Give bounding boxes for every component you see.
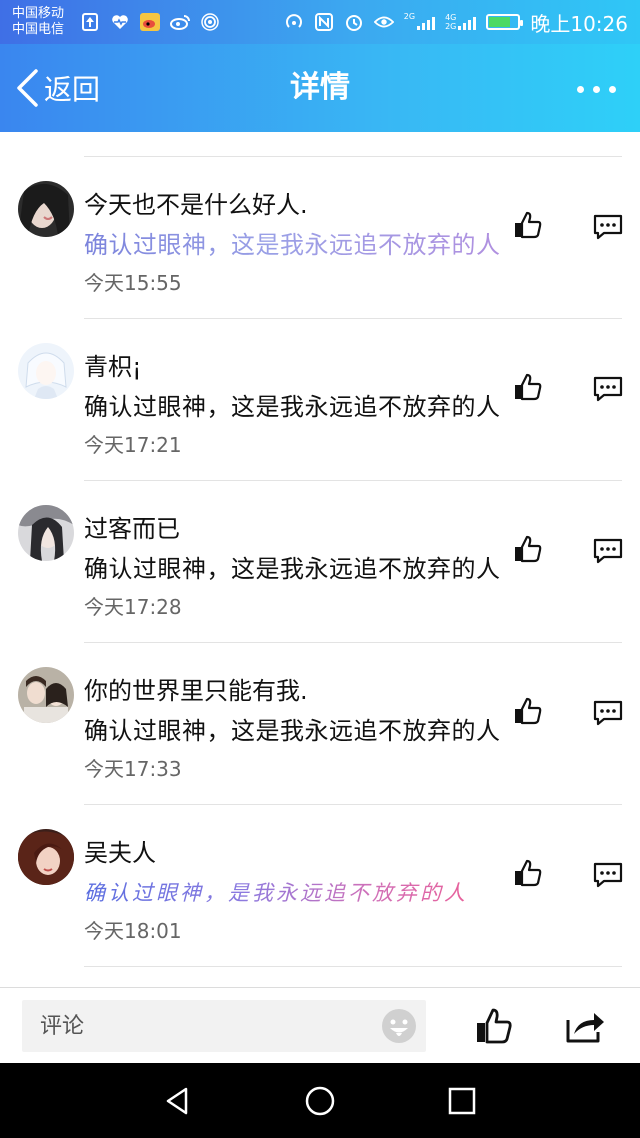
thumbs-up-icon [515, 859, 542, 887]
comment-icon [593, 214, 623, 240]
avatar[interactable] [18, 829, 74, 885]
emoji-icon [382, 1009, 416, 1043]
signal-icon [417, 14, 436, 30]
like-button[interactable] [512, 371, 544, 403]
back-label: 返回 [44, 73, 101, 106]
signal-2g-label: 2G [403, 11, 416, 21]
comment-time: 今天15:55 [84, 271, 182, 295]
comment-bar [0, 987, 640, 1063]
thumbs-up-icon [477, 1008, 512, 1044]
chevron-left-icon [17, 69, 38, 107]
comment-item: 过客而已 确认过眼神，这是我永远追不放弃的人 今天17:28 [0, 481, 640, 643]
avatar[interactable] [18, 181, 74, 237]
home-circle-icon[interactable] [304, 1085, 336, 1117]
hotspot-icon [284, 12, 304, 32]
weibo-icon-2 [170, 12, 191, 32]
more-icon-dot [593, 85, 600, 93]
comment-text: 确认过眼神，这是我永远追不放弃的人 [84, 225, 501, 260]
comment-username[interactable]: 今天也不是什么好人. [84, 185, 308, 220]
comment-item: 吴夫人 确认过眼神，是我永远追不放弃的人 今天18:01 [0, 805, 640, 967]
reply-button[interactable] [592, 699, 624, 727]
comment-text: 确认过眼神，这是我永远追不放弃的人 [84, 393, 501, 421]
avatar[interactable] [18, 505, 74, 561]
like-button[interactable] [512, 533, 544, 565]
signal-icon-2 [458, 14, 477, 30]
comment-time: 今天18:01 [84, 919, 182, 943]
comment-item: 今天也不是什么好人. 确认过眼神，这是我永远追不放弃的人 今天15:55 [0, 157, 640, 319]
carrier-2: 中国电信 [12, 22, 65, 37]
comment-item: 你的世界里只能有我. 确认过眼神，这是我永远追不放弃的人 今天17:33 [0, 643, 640, 805]
nfc-icon [314, 12, 334, 32]
reply-button[interactable] [592, 861, 624, 889]
like-button[interactable] [512, 857, 544, 889]
thumbs-up-icon [515, 535, 542, 563]
avatar[interactable] [18, 667, 74, 723]
comment-time: 今天17:28 [84, 595, 182, 619]
reply-button[interactable] [592, 537, 624, 565]
recents-square-icon[interactable] [446, 1085, 478, 1117]
comment-username[interactable]: 青枳¡ [84, 347, 142, 382]
back-triangle-icon[interactable] [162, 1085, 194, 1117]
avatar[interactable] [18, 343, 74, 399]
heart-rate-icon [110, 12, 130, 32]
signal-4g-label: 4G 2G [445, 13, 456, 31]
thumbs-up-icon [515, 211, 542, 239]
comment-icon [593, 376, 623, 402]
share-icon [566, 1013, 604, 1043]
nav-bar: 返回 详情 [0, 44, 640, 132]
system-nav-bar [0, 1063, 640, 1138]
comment-username[interactable]: 过客而已 [84, 509, 180, 544]
emoji-button[interactable] [380, 1007, 418, 1045]
comment-text: 确认过眼神，这是我永远追不放弃的人 [84, 555, 501, 583]
comment-username[interactable]: 你的世界里只能有我. [84, 671, 308, 706]
comment-icon [593, 862, 623, 888]
battery-icon [486, 14, 524, 30]
divider [84, 966, 622, 967]
status-bar: 中国移动 中国电信 2G 4G 2G 晚上10:26 [0, 0, 640, 44]
reply-button[interactable] [592, 213, 624, 241]
comment-input[interactable] [22, 1000, 426, 1052]
like-button[interactable] [512, 695, 544, 727]
comment-text: 确认过眼神，是我永远追不放弃的人 [84, 877, 468, 907]
comment-username[interactable]: 吴夫人 [84, 833, 156, 868]
like-button[interactable] [512, 209, 544, 241]
carrier-info: 中国移动 中国电信 [12, 6, 64, 38]
comment-icon [593, 700, 623, 726]
hotspot-icon [200, 12, 220, 32]
upload-icon [80, 12, 100, 32]
comment-time: 今天17:33 [84, 757, 182, 781]
more-button[interactable] [577, 74, 616, 104]
thumbs-up-icon [515, 373, 542, 401]
reply-button[interactable] [592, 375, 624, 403]
like-post-button[interactable] [474, 1006, 514, 1046]
carrier-1: 中国移动 [12, 6, 65, 21]
signal-4g-top: 4G [445, 13, 457, 22]
share-button[interactable] [564, 1008, 606, 1044]
comment-time: 今天17:21 [84, 433, 182, 457]
more-icon-dot [577, 85, 584, 93]
status-right: 2G 4G 2G 晚上10:26 [284, 8, 628, 37]
comment-icon [593, 538, 623, 564]
comment-list[interactable]: 今天也不是什么好人. 确认过眼神，这是我永远追不放弃的人 今天15:55 青枳¡… [0, 132, 640, 987]
notification-icons [80, 12, 220, 32]
more-icon-dot [609, 85, 616, 93]
status-time: 晚上10:26 [530, 11, 628, 36]
alarm-icon [344, 12, 364, 32]
signal-2g-bottom: 2G [445, 22, 457, 31]
comment-text: 确认过眼神，这是我永远追不放弃的人 [84, 717, 501, 745]
back-button[interactable]: 返回 [14, 66, 100, 110]
eye-icon [373, 12, 394, 32]
thumbs-up-icon [515, 697, 542, 725]
weibo-icon [140, 12, 161, 32]
comment-item: 青枳¡ 确认过眼神，这是我永远追不放弃的人 今天17:21 [0, 319, 640, 481]
